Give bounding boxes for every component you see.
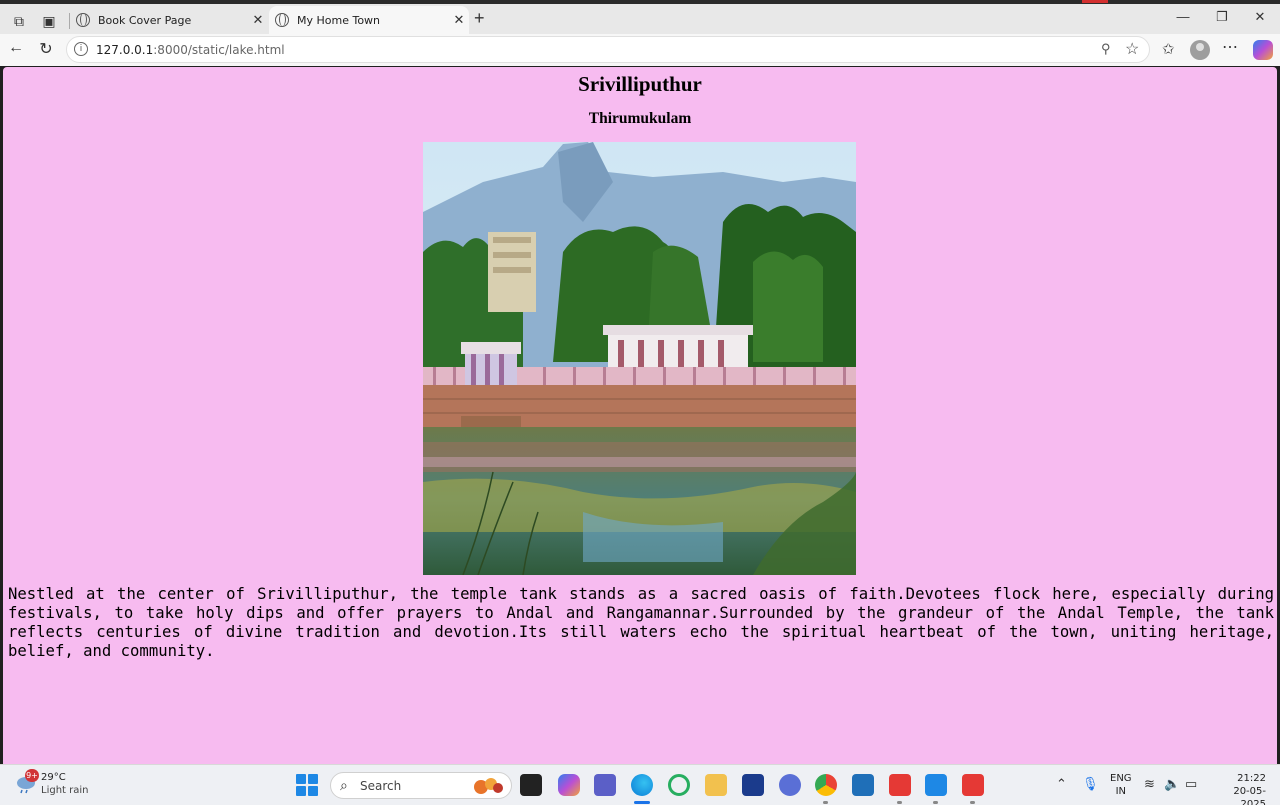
region-code: IN bbox=[1115, 786, 1126, 797]
temple-tank-illustration bbox=[423, 142, 856, 575]
active-app-indicator bbox=[634, 801, 650, 804]
window-accent-mark bbox=[1082, 0, 1108, 3]
vscode-icon[interactable] bbox=[925, 774, 947, 796]
favorites-icon[interactable]: ✩ bbox=[1162, 40, 1175, 58]
store-icon[interactable] bbox=[852, 774, 874, 796]
zoom-icon[interactable]: ⚲ bbox=[1101, 41, 1111, 57]
page-title: Srivilliputhur bbox=[578, 72, 702, 96]
more-options-icon[interactable]: ⋯ bbox=[1222, 37, 1238, 57]
close-tab-icon[interactable]: ✕ bbox=[449, 13, 469, 28]
windows-start-icon[interactable] bbox=[296, 774, 318, 796]
restore-button[interactable]: ❐ bbox=[1207, 9, 1237, 25]
workspaces-icon[interactable]: ⧉ bbox=[8, 10, 30, 32]
weather-temperature[interactable]: 29°C bbox=[41, 772, 66, 783]
tab-my-home-town[interactable]: My Home Town ✕ bbox=[269, 6, 469, 34]
page-viewport: Srivilliputhur Thirumukulam Nestled at t… bbox=[3, 67, 1277, 764]
copilot-icon[interactable] bbox=[1253, 40, 1273, 60]
tab-label: My Home Town bbox=[297, 13, 381, 27]
url-path: :8000/static/lake.html bbox=[153, 43, 285, 57]
search-placeholder: Search bbox=[360, 779, 402, 793]
git-app-icon[interactable] bbox=[889, 774, 911, 796]
language-indicator[interactable]: ENG IN bbox=[1110, 772, 1132, 798]
address-bar[interactable]: i 127.0.0.1:8000/static/lake.html ⚲ ☆ bbox=[66, 36, 1150, 63]
copilot-app-icon[interactable] bbox=[558, 774, 580, 796]
chevron-up-icon[interactable]: ⌃ bbox=[1056, 776, 1067, 792]
back-button[interactable]: ← bbox=[5, 39, 27, 57]
clock[interactable]: 21:22 20-05-2025 bbox=[1210, 772, 1266, 805]
site-info-icon[interactable]: i bbox=[74, 42, 88, 56]
tab-strip: ⧉ ▣ Book Cover Page ✕ My Home Town ✕ + —… bbox=[0, 4, 1280, 34]
clock-date: 20-05-2025 bbox=[1233, 786, 1266, 805]
globe-icon bbox=[275, 13, 289, 27]
search-icon: ⌕ bbox=[340, 777, 348, 793]
weather-badge: 9+ bbox=[25, 769, 39, 782]
page-subtitle: Thirumukulam bbox=[588, 110, 692, 127]
l-app-icon[interactable] bbox=[742, 774, 764, 796]
favorite-star-icon[interactable]: ☆ bbox=[1125, 39, 1139, 59]
weather-description[interactable]: Light rain bbox=[41, 785, 89, 796]
minimize-button[interactable]: — bbox=[1168, 9, 1198, 24]
teams-icon[interactable] bbox=[594, 774, 616, 796]
close-tab-icon[interactable]: ✕ bbox=[248, 13, 268, 28]
tab-actions-icon[interactable]: ▣ bbox=[38, 10, 60, 32]
url-host: 127.0.0.1 bbox=[96, 43, 154, 57]
tab-book-cover-page[interactable]: Book Cover Page ✕ bbox=[70, 6, 268, 34]
microphone-icon[interactable]: 🎙 bbox=[1082, 776, 1099, 792]
profile-avatar[interactable] bbox=[1190, 40, 1210, 60]
description-paragraph: Nestled at the center of Srivilliputhur,… bbox=[8, 585, 1274, 660]
running-indicator bbox=[823, 801, 828, 804]
running-indicator bbox=[933, 801, 938, 804]
temple-tank-photo bbox=[423, 142, 856, 575]
wifi-icon[interactable]: ≋ bbox=[1144, 776, 1155, 792]
taskbar-search[interactable]: ⌕ Search bbox=[330, 772, 512, 799]
globe-icon bbox=[76, 13, 90, 27]
git-app-icon-2[interactable] bbox=[962, 774, 984, 796]
green-ring-app-icon[interactable] bbox=[668, 774, 690, 796]
close-window-button[interactable]: ✕ bbox=[1245, 9, 1275, 25]
triangle-app-icon[interactable] bbox=[779, 774, 801, 796]
refresh-button[interactable]: ↻ bbox=[35, 39, 57, 59]
browser-toolbar: ← ↻ i 127.0.0.1:8000/static/lake.html ⚲ … bbox=[0, 34, 1280, 66]
edge-icon[interactable] bbox=[631, 774, 653, 796]
running-indicator bbox=[897, 801, 902, 804]
tab-label: Book Cover Page bbox=[98, 13, 192, 27]
search-highlight-icon bbox=[474, 778, 503, 794]
language-code: ENG bbox=[1110, 773, 1132, 784]
task-view-icon[interactable] bbox=[520, 774, 542, 796]
battery-icon[interactable]: ▭ bbox=[1185, 776, 1197, 792]
url-text[interactable]: 127.0.0.1:8000/static/lake.html bbox=[96, 43, 285, 57]
running-indicator bbox=[970, 801, 975, 804]
file-explorer-icon[interactable] bbox=[705, 774, 727, 796]
clock-time: 21:22 bbox=[1237, 773, 1266, 784]
new-tab-button[interactable]: + bbox=[474, 8, 485, 29]
volume-icon[interactable]: 🔈 bbox=[1164, 776, 1180, 792]
chrome-icon[interactable] bbox=[815, 774, 837, 796]
taskbar: 9+ 29°C Light rain ⌕ Search ⌃ 🎙 ENG IN ≋… bbox=[0, 764, 1280, 805]
